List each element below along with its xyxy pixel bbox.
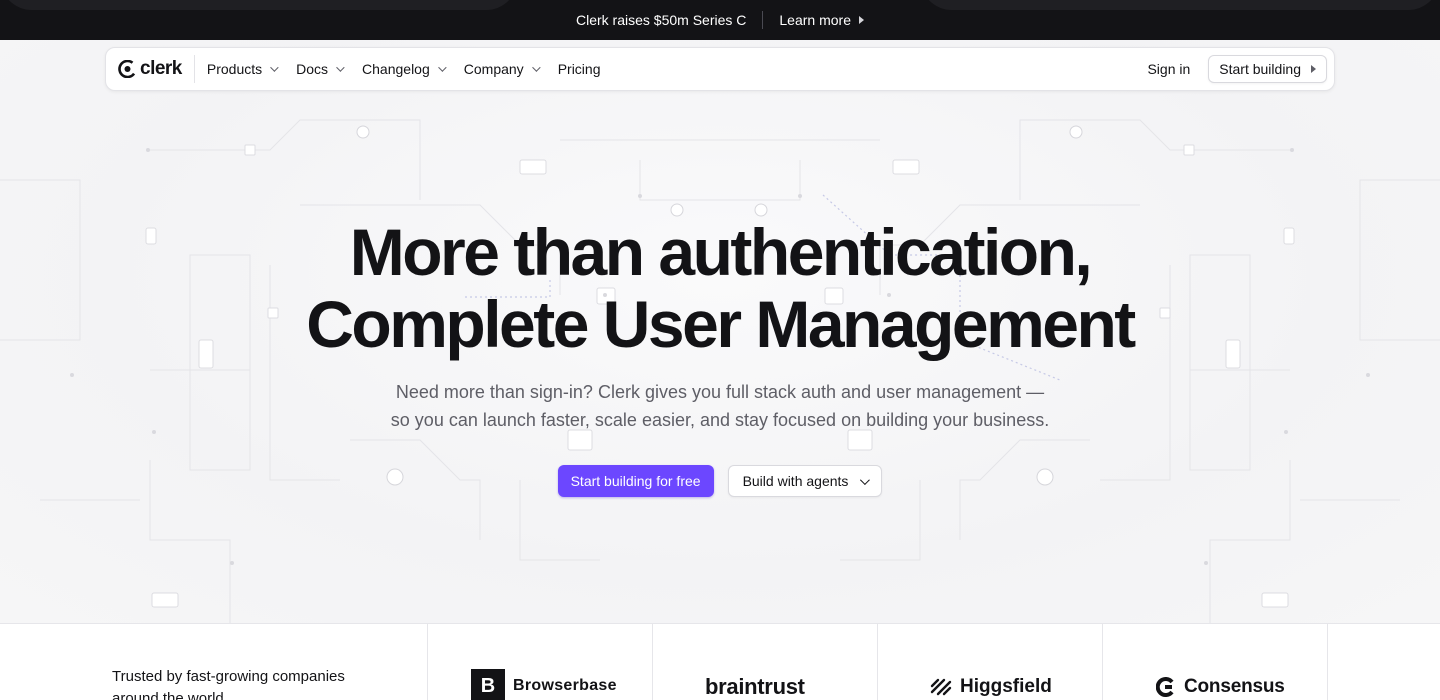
consensus-mark-icon [1156, 677, 1174, 697]
announcement-decoration-left [0, 0, 518, 10]
announcement-decoration-right [920, 0, 1440, 10]
higgsfield-mark-icon [930, 678, 952, 696]
nav-item-changelog[interactable]: Changelog [362, 61, 447, 77]
nav-item-company[interactable]: Company [463, 61, 541, 77]
nav-actions: Sign in Start building [1147, 55, 1334, 83]
main-nav: clerk Products Docs Changelog Company Pr… [105, 47, 1335, 91]
consensus-wordmark: Consensus [1184, 676, 1285, 697]
hero-subheadline: Need more than sign-in? Clerk gives you … [0, 378, 1440, 434]
chevron-down-icon [336, 63, 345, 72]
clerk-logo-icon [118, 60, 136, 78]
hero-cta-group: Start building for free Build with agent… [0, 465, 1440, 497]
logo-cell-divider [1102, 624, 1103, 700]
announcement-text: Clerk raises $50m Series C [576, 12, 747, 28]
nav-item-label: Products [206, 61, 263, 77]
logo-text: clerk [140, 58, 182, 79]
start-building-free-button[interactable]: Start building for free [557, 465, 714, 497]
braintrust-logo: braintrust [705, 674, 805, 700]
headline-line-1: More than authentication, [349, 215, 1093, 289]
build-with-agents-button[interactable]: Build with agents [727, 465, 883, 497]
subheadline-line-1: Need more than sign-in? Clerk gives you … [395, 382, 1045, 402]
build-with-agents-label: Build with agents [742, 473, 849, 489]
nav-item-label: Changelog [362, 61, 430, 77]
trusted-logos-strip: Trusted by fast-growing companies around… [0, 623, 1440, 700]
learn-more-label: Learn more [779, 12, 851, 28]
browserbase-mark-icon: B [471, 669, 505, 700]
caret-right-icon [858, 16, 864, 24]
nav-item-label: Docs [296, 61, 329, 77]
nav-item-docs[interactable]: Docs [296, 61, 345, 77]
chevron-down-icon [531, 63, 541, 72]
hero-headline: More than authentication, Complete User … [0, 216, 1440, 360]
chevron-down-icon [437, 63, 447, 72]
browserbase-wordmark: Browserbase [513, 677, 617, 694]
chevron-down-icon [270, 63, 279, 72]
trusted-by-text: Trusted by fast-growing companies around… [112, 668, 345, 700]
start-building-label: Start building [1219, 61, 1301, 77]
chevron-down-icon [860, 474, 871, 485]
announcement-divider [762, 11, 764, 29]
logo-cell-divider [427, 624, 428, 700]
nav-item-products[interactable]: Products [206, 61, 279, 77]
subheadline-line-2: so you can launch faster, scale easier, … [390, 410, 1050, 430]
consensus-logo: Consensus [1156, 676, 1285, 698]
headline-line-2: Complete User Management [306, 287, 1136, 361]
higgsfield-wordmark: Higgsfield [960, 676, 1052, 697]
logo-cell-divider [877, 624, 878, 700]
higgsfield-logo: Higgsfield [930, 676, 1052, 698]
browserbase-logo: B Browserbase [471, 669, 617, 700]
nav-item-label: Company [463, 61, 524, 77]
logo-cell-divider [1327, 624, 1328, 700]
announcement-bar: Clerk raises $50m Series C Learn more [0, 0, 1440, 40]
nav-item-pricing[interactable]: Pricing [558, 61, 601, 77]
sign-in-link[interactable]: Sign in [1147, 61, 1190, 77]
logo-cell-divider [652, 624, 653, 700]
learn-more-link[interactable]: Learn more [779, 12, 864, 28]
nav-links: Products Docs Changelog Company Pricing [195, 61, 601, 77]
caret-right-icon [1311, 65, 1316, 73]
start-building-button[interactable]: Start building [1208, 55, 1327, 83]
braintrust-wordmark: braintrust [705, 674, 805, 699]
clerk-logo[interactable]: clerk [106, 55, 195, 83]
nav-item-label: Pricing [557, 61, 601, 77]
